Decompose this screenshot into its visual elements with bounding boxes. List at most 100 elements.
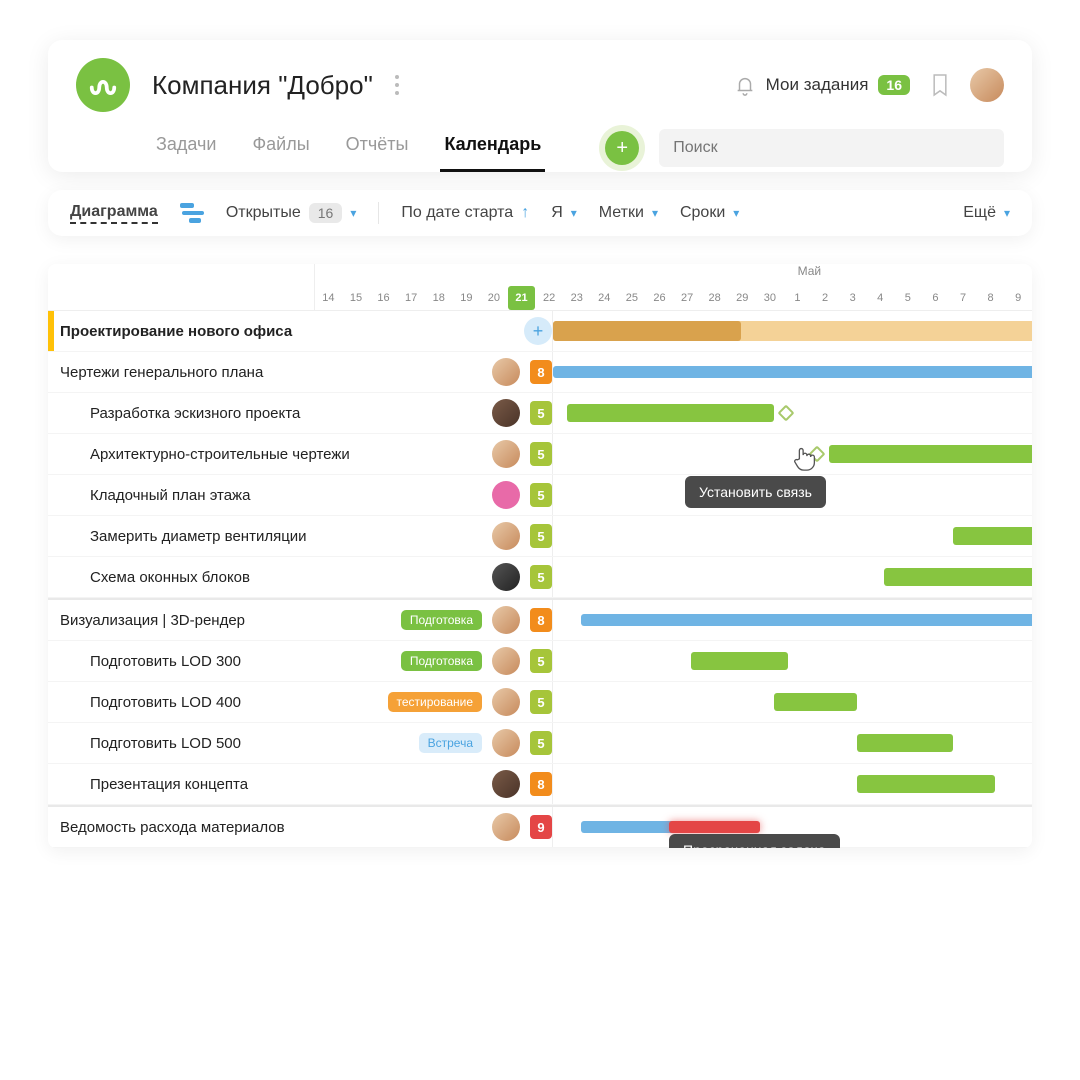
bell-icon — [734, 73, 756, 97]
day-cell[interactable]: 27 — [673, 286, 701, 310]
gantt-bar[interactable] — [567, 404, 774, 422]
task-tag: Подготовка — [401, 610, 482, 630]
filter-tags[interactable]: Метки ▾ — [599, 204, 658, 222]
assignee-avatar[interactable] — [492, 440, 520, 468]
gantt-bar[interactable] — [857, 734, 954, 752]
assignee-avatar[interactable] — [492, 399, 520, 427]
gantt-bar[interactable] — [774, 693, 857, 711]
gantt-chart: Май 141516171819202122232425262728293012… — [48, 264, 1032, 848]
day-cell[interactable]: 20 — [480, 286, 508, 310]
bookmark-icon[interactable] — [930, 72, 950, 98]
day-cell[interactable]: 16 — [370, 286, 398, 310]
day-cell[interactable]: 9 — [1004, 286, 1032, 310]
task-count-badge: 5 — [530, 401, 552, 425]
task-row[interactable]: Схема оконных блоков5 — [48, 557, 1032, 598]
more-options-icon[interactable] — [387, 75, 407, 95]
assignee-avatar[interactable] — [492, 481, 520, 509]
day-cell[interactable]: 17 — [397, 286, 425, 310]
tab-tasks[interactable]: Задачи — [152, 124, 220, 172]
task-row[interactable]: Разработка эскизного проекта 5 — [48, 393, 1032, 434]
chevron-down-icon: ▾ — [571, 206, 577, 220]
task-row[interactable]: Подготовить LOD 400тестирование5 — [48, 682, 1032, 723]
task-row[interactable]: Проектирование нового офиса+ — [48, 311, 1032, 352]
view-mode-toggle[interactable]: Диаграмма — [70, 203, 158, 224]
task-row[interactable]: Ведомость расхода материалов9 — [48, 807, 1032, 848]
day-cell[interactable]: 1 — [784, 286, 812, 310]
assignee-avatar[interactable] — [492, 729, 520, 757]
task-row[interactable]: Замерить диаметр вентиляции5 — [48, 516, 1032, 557]
day-cell[interactable]: 26 — [646, 286, 674, 310]
overdue-tooltip: Просроченная задача — [669, 834, 840, 848]
day-cell[interactable]: 5 — [894, 286, 922, 310]
assignee-avatar[interactable] — [492, 688, 520, 716]
task-title: Визуализация | 3D-рендер — [60, 612, 391, 629]
assignee-avatar[interactable] — [492, 813, 520, 841]
task-row[interactable]: Чертежи генерального плана8 — [48, 352, 1032, 393]
day-cell[interactable]: 3 — [839, 286, 867, 310]
day-cell[interactable]: 8 — [977, 286, 1005, 310]
gantt-bar[interactable] — [884, 568, 1032, 586]
task-count-badge: 8 — [530, 360, 552, 384]
search-input[interactable] — [659, 129, 1004, 167]
task-count-badge: 5 — [530, 565, 552, 589]
day-cell[interactable]: 2 — [811, 286, 839, 310]
day-cell[interactable]: 25 — [618, 286, 646, 310]
day-cell[interactable]: 15 — [342, 286, 370, 310]
tab-files[interactable]: Файлы — [248, 124, 313, 172]
task-row[interactable]: Визуализация | 3D-рендерПодготовка8 — [48, 600, 1032, 641]
gantt-bar[interactable] — [953, 527, 1032, 545]
day-cell[interactable]: 7 — [949, 286, 977, 310]
day-cell[interactable]: 24 — [591, 286, 619, 310]
filter-sort[interactable]: По дате старта ↑ — [401, 204, 529, 222]
day-cell[interactable]: 23 — [563, 286, 591, 310]
my-tasks-link[interactable]: Мои задания 16 — [734, 73, 910, 97]
day-cell[interactable]: 6 — [922, 286, 950, 310]
filter-dates[interactable]: Сроки ▾ — [680, 204, 739, 222]
month-header: Май — [315, 264, 1032, 286]
task-row[interactable]: Кладочный план этажа5 — [48, 475, 1032, 516]
task-title: Презентация концепта — [90, 776, 482, 793]
gantt-bar[interactable] — [669, 821, 760, 833]
arrow-up-icon: ↑ — [521, 204, 529, 222]
filter-assignee[interactable]: Я ▾ — [551, 204, 577, 222]
day-cell[interactable]: 4 — [866, 286, 894, 310]
tab-reports[interactable]: Отчёты — [342, 124, 413, 172]
link-tooltip: Установить связь — [685, 476, 826, 508]
gantt-bar[interactable] — [553, 321, 741, 341]
tab-calendar[interactable]: Календарь — [440, 124, 545, 172]
my-tasks-count: 16 — [878, 75, 910, 95]
gantt-bar[interactable] — [581, 614, 1032, 626]
day-cell[interactable]: 22 — [535, 286, 563, 310]
task-row[interactable]: Подготовить LOD 300Подготовка5 — [48, 641, 1032, 682]
assignee-avatar[interactable] — [492, 770, 520, 798]
add-subtask-button[interactable]: + — [524, 317, 552, 345]
dependency-node[interactable] — [777, 405, 794, 422]
task-row[interactable]: Архитектурно-строительные чертежи5 — [48, 434, 1032, 475]
day-cell[interactable]: 28 — [701, 286, 729, 310]
task-row[interactable]: Подготовить LOD 500Встреча5 — [48, 723, 1032, 764]
filter-more[interactable]: Ещё ▾ — [963, 204, 1010, 222]
gantt-bar[interactable] — [553, 366, 1032, 378]
day-cell[interactable]: 21 — [508, 286, 536, 310]
user-avatar[interactable] — [970, 68, 1004, 102]
day-cell[interactable]: 30 — [756, 286, 784, 310]
gantt-icon[interactable] — [180, 203, 204, 223]
gantt-bar[interactable] — [857, 775, 995, 793]
assignee-avatar[interactable] — [492, 647, 520, 675]
day-cell[interactable]: 29 — [728, 286, 756, 310]
task-row[interactable]: Презентация концепта8 — [48, 764, 1032, 805]
app-logo[interactable] — [76, 58, 130, 112]
gantt-bar[interactable] — [829, 445, 1032, 463]
assignee-avatar[interactable] — [492, 358, 520, 386]
add-button[interactable]: + — [605, 131, 639, 165]
assignee-avatar[interactable] — [492, 563, 520, 591]
task-title: Разработка эскизного проекта — [90, 405, 482, 422]
day-cell[interactable]: 18 — [425, 286, 453, 310]
filter-status[interactable]: Открытые 16 ▾ — [226, 203, 357, 223]
day-cell[interactable]: 19 — [453, 286, 481, 310]
gantt-bar[interactable] — [691, 652, 788, 670]
task-title: Подготовить LOD 500 — [90, 735, 409, 752]
day-cell[interactable]: 14 — [315, 286, 343, 310]
assignee-avatar[interactable] — [492, 606, 520, 634]
assignee-avatar[interactable] — [492, 522, 520, 550]
